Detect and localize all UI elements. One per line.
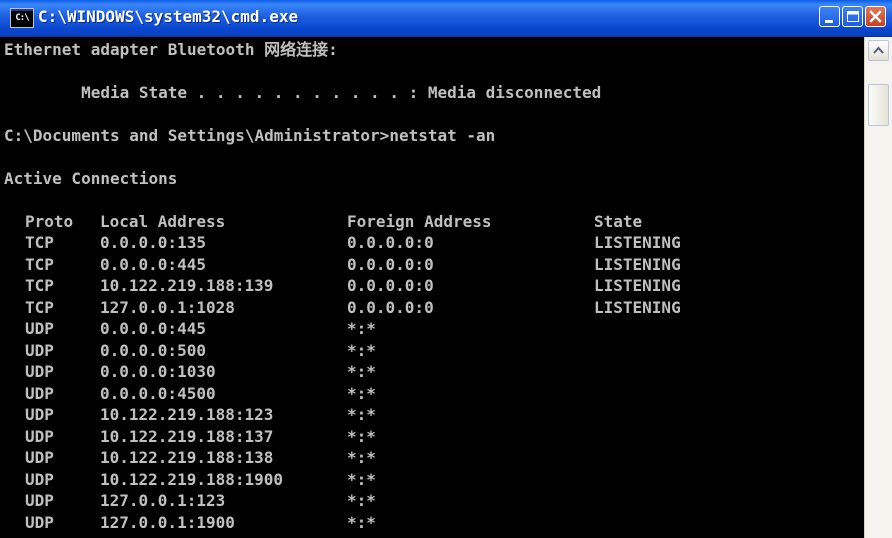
row-foreign-address: *:* <box>347 384 376 403</box>
vertical-scrollbar[interactable] <box>864 37 892 538</box>
window-title: C:\WINDOWS\system32\cmd.exe <box>38 7 299 26</box>
maximize-button[interactable] <box>842 6 863 27</box>
row-foreign-address: 0.0.0.0:0 <box>347 255 434 274</box>
header-state: State <box>594 212 643 231</box>
title-bar[interactable]: C:\ C:\WINDOWS\system32\cmd.exe <box>0 0 892 37</box>
row-foreign-address: *:* <box>347 319 376 338</box>
row-local-address: 0.0.0.0:135 <box>100 233 206 252</box>
scroll-up-button[interactable] <box>868 40 889 61</box>
row-local-address: 127.0.0.1:123 <box>100 491 226 510</box>
table-header: Proto Local Address Foreign Address Stat… <box>4 211 642 232</box>
row-proto: UDP <box>25 405 54 424</box>
console-output[interactable]: Ethernet adapter Bluetooth 网络连接: Media S… <box>0 37 864 538</box>
row-state: LISTENING <box>594 255 681 274</box>
row-proto: UDP <box>25 427 54 446</box>
row-proto: UDP <box>25 448 54 467</box>
row-local-address: 10.122.219.188:138 <box>100 448 274 467</box>
maximize-icon <box>847 11 859 22</box>
row-foreign-address: *:* <box>347 491 376 510</box>
close-button[interactable] <box>865 6 886 27</box>
row-foreign-address: *:* <box>347 513 376 532</box>
header-foreign-address: Foreign Address <box>347 212 492 231</box>
row-local-address: 0.0.0.0:445 <box>100 255 206 274</box>
row-local-address: 0.0.0.0:1030 <box>100 362 216 381</box>
row-proto: UDP <box>25 384 54 403</box>
command-prompt-line: C:\Documents and Settings\Administrator>… <box>4 126 496 145</box>
row-foreign-address: *:* <box>347 362 376 381</box>
row-proto: UDP <box>25 513 54 532</box>
row-local-address: 10.122.219.188:123 <box>100 405 274 424</box>
row-foreign-address: *:* <box>347 448 376 467</box>
row-local-address: 0.0.0.0:500 <box>100 341 206 360</box>
minimize-icon <box>825 20 833 23</box>
row-local-address: 10.122.219.188:139 <box>100 276 274 295</box>
row-proto: TCP <box>25 298 54 317</box>
row-local-address: 10.122.219.188:1900 <box>100 470 284 489</box>
scroll-thumb[interactable] <box>868 84 889 126</box>
cmd-window: C:\ C:\WINDOWS\system32\cmd.exe Ethernet… <box>0 0 892 538</box>
header-local-address: Local Address <box>100 212 226 231</box>
row-local-address: 127.0.0.1:1900 <box>100 513 235 532</box>
row-foreign-address: *:* <box>347 470 376 489</box>
header-proto: Proto <box>25 212 74 231</box>
media-state-line: Media State . . . . . . . . . . . : Medi… <box>4 83 602 102</box>
close-icon <box>869 10 882 23</box>
row-foreign-address: 0.0.0.0:0 <box>347 276 434 295</box>
cmd-icon[interactable]: C:\ <box>10 8 34 28</box>
row-local-address: 0.0.0.0:445 <box>100 319 206 338</box>
adapter-line: Ethernet adapter Bluetooth 网络连接: <box>4 40 338 59</box>
row-proto: TCP <box>25 276 54 295</box>
scroll-up-arrow-icon <box>873 46 884 54</box>
row-state: LISTENING <box>594 298 681 317</box>
row-local-address: 127.0.0.1:1028 <box>100 298 235 317</box>
row-foreign-address: 0.0.0.0:0 <box>347 298 434 317</box>
row-local-address: 0.0.0.0:4500 <box>100 384 216 403</box>
row-foreign-address: *:* <box>347 405 376 424</box>
row-foreign-address: *:* <box>347 341 376 360</box>
row-proto: UDP <box>25 362 54 381</box>
section-title: Active Connections <box>4 169 178 188</box>
row-foreign-address: *:* <box>347 427 376 446</box>
row-state: LISTENING <box>594 233 681 252</box>
row-proto: TCP <box>25 233 54 252</box>
row-local-address: 10.122.219.188:137 <box>100 427 274 446</box>
row-proto: UDP <box>25 470 54 489</box>
minimize-button[interactable] <box>819 6 840 27</box>
row-proto: UDP <box>25 319 54 338</box>
row-state: LISTENING <box>594 276 681 295</box>
row-proto: UDP <box>25 341 54 360</box>
row-foreign-address: 0.0.0.0:0 <box>347 233 434 252</box>
row-proto: UDP <box>25 491 54 510</box>
row-proto: TCP <box>25 255 54 274</box>
